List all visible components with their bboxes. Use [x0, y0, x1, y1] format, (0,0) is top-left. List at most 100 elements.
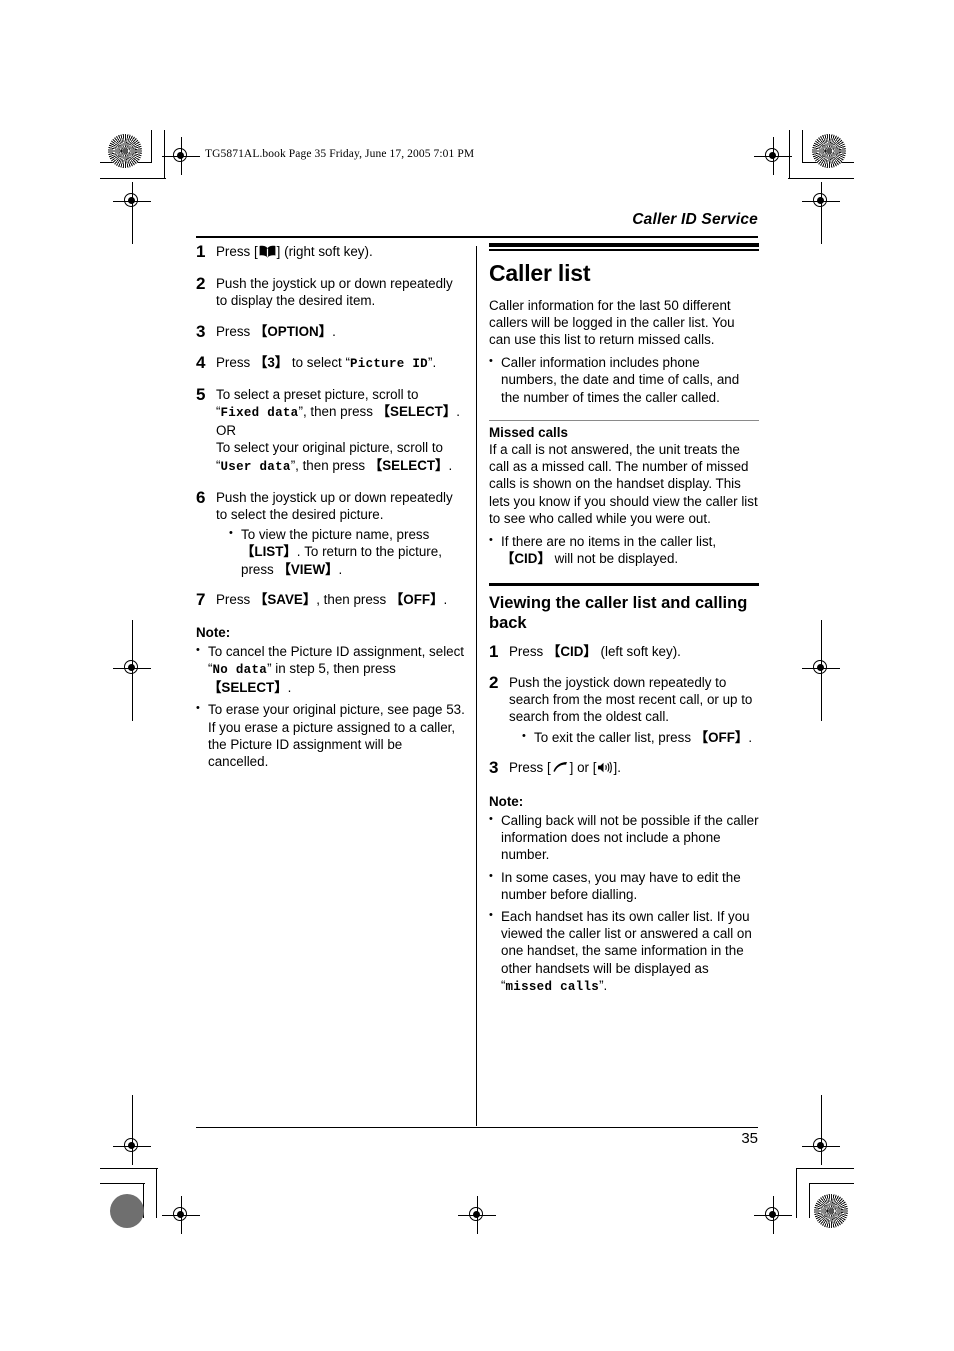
key-label-save: 【SAVE】: [253, 591, 317, 607]
subsection-title-viewing: Viewing the caller list and calling back: [489, 594, 748, 632]
step-text-tail: .: [443, 591, 448, 607]
step-text-pre: Press [: [216, 244, 258, 259]
registration-crosshair: [802, 649, 840, 687]
note-text-tail: ”.: [599, 977, 608, 993]
phonebook-icon: [259, 245, 276, 262]
sub-bullet-lead: To view the picture name, press: [241, 527, 430, 543]
right-column: Caller list Caller information for the l…: [489, 243, 759, 1001]
solid-registration-dot: [110, 1194, 144, 1228]
step-item: 1 Press 【CID】 (left soft key).: [489, 643, 759, 661]
quote-close: ”, then press: [298, 404, 377, 420]
display-text-user-data: User data: [220, 459, 291, 474]
note-text-tail: .: [287, 680, 292, 696]
note-item: To cancel the Picture ID assignment, sel…: [196, 642, 466, 697]
subsection-title-missed-calls: Missed calls: [489, 424, 568, 440]
registration-crosshair: [802, 1127, 840, 1165]
crop-mark-line: [164, 130, 166, 179]
registration-crosshair: [754, 1196, 792, 1234]
key-label-select: 【SELECT】: [376, 404, 457, 420]
crop-mark-line: [789, 130, 791, 179]
column-divider: [476, 246, 478, 1126]
step-item: 3 Press [] or [].: [489, 758, 759, 778]
step-text-main: Push the joystick up or down repeatedly …: [216, 489, 453, 523]
crop-mark-line: [809, 1183, 811, 1218]
note-item: In some cases, you may have to edit the …: [489, 868, 759, 903]
crop-mark-line: [821, 683, 823, 721]
note-list: To cancel the Picture ID assignment, sel…: [196, 642, 466, 770]
missed-calls-paragraph: If a call is not answered, the unit trea…: [489, 441, 758, 526]
step-text-main: Push the joystick down repeatedly to sea…: [509, 675, 753, 725]
step-text: Press [] or [].: [509, 759, 759, 778]
sub-bullet-tail: .: [338, 561, 343, 577]
section-intro-paragraph: Caller information for the last 50 diffe…: [489, 297, 735, 348]
step-number: 2: [196, 274, 206, 294]
page-number: 35: [741, 1130, 758, 1147]
quote-close: ”, then press: [290, 457, 369, 473]
display-text-no-data: No data: [212, 663, 268, 678]
or-separator: OR: [216, 423, 237, 439]
step-item: 7 Press 【SAVE】, then press 【OFF】.: [196, 590, 466, 609]
period: .: [456, 404, 460, 420]
key-label-select: 【SELECT】: [368, 457, 449, 473]
crop-mark-line: [796, 1168, 798, 1218]
crop-mark-line: [802, 130, 804, 163]
step-text-lead: Press: [509, 644, 547, 659]
display-text-missed-calls: missed calls: [505, 979, 600, 994]
bullet-text-lead: If there are no items in the caller list…: [501, 534, 717, 549]
note-list: Calling back will not be possible if the…: [489, 811, 759, 996]
display-text-picture-id: Picture ID: [349, 356, 428, 371]
note-item: To erase your original picture, see page…: [196, 700, 466, 770]
registration-crosshair: [113, 649, 151, 687]
registration-crosshair: [458, 1196, 496, 1234]
step-text-lead: Press [: [509, 759, 551, 775]
step-number: 2: [489, 673, 499, 692]
halftone-registration-dot: [814, 1194, 848, 1228]
step-text-post: ] (right soft key).: [276, 244, 373, 259]
step-number: 3: [196, 321, 206, 341]
sub-bullet-item: To exit the caller list, press 【OFF】.: [522, 728, 759, 746]
crop-mark-line: [100, 1168, 158, 1170]
crop-mark-line: [132, 683, 134, 721]
note-text-mid: ” in step 5, then press: [267, 661, 396, 677]
step-text-mid: to select “: [288, 354, 350, 370]
step-number: 4: [196, 352, 206, 372]
step-line-1: To select a preset picture, scroll to: [216, 386, 419, 402]
display-text-fixed-data: Fixed data: [220, 406, 299, 421]
file-stamp: TG5871AL.book Page 35 Friday, June 17, 2…: [205, 148, 475, 160]
subsection-rule-heavy: [489, 583, 759, 586]
note-item: Each handset has its own caller list. If…: [489, 907, 759, 996]
crop-mark-line: [788, 178, 854, 180]
crop-mark-line: [151, 130, 153, 163]
section-rule-thick: [489, 243, 759, 248]
step-text-lead: Press: [216, 591, 254, 607]
key-label-off: 【OFF】: [694, 729, 749, 745]
key-label-3: 【3】: [253, 354, 289, 370]
crop-mark-line: [100, 178, 166, 180]
crop-mark-line: [132, 196, 134, 244]
key-label-off: 【OFF】: [389, 591, 444, 607]
key-label-view: 【VIEW】: [277, 561, 339, 577]
subsection-rule: [489, 419, 759, 421]
note-item: Calling back will not be possible if the…: [489, 811, 759, 864]
step-sub-bullet-list: To exit the caller list, press 【OFF】.: [509, 728, 759, 746]
crop-mark-line: [796, 1168, 854, 1170]
step-text: Press 【3】 to select “Picture ID”.: [216, 354, 466, 373]
crop-mark-line: [100, 1183, 145, 1185]
step-text: To select a preset picture, scroll to “F…: [216, 386, 466, 476]
step-text: Push the joystick up or down repeatedly …: [216, 276, 453, 309]
crop-mark-line: [809, 1183, 854, 1185]
crop-mark-line: [821, 1095, 823, 1133]
registration-crosshair: [754, 137, 792, 175]
speakerphone-icon: [597, 761, 613, 778]
key-label-option: 【OPTION】: [253, 323, 333, 339]
step-text: Push the joystick down repeatedly to sea…: [509, 674, 759, 746]
crop-mark-line: [156, 1168, 158, 1218]
running-head-title: Caller ID Service: [632, 211, 758, 228]
step-text: Push the joystick up or down repeatedly …: [216, 489, 466, 578]
note-label: Note:: [489, 794, 524, 810]
crop-mark-line: [132, 1095, 134, 1133]
step-text-mid: , then press: [316, 591, 390, 607]
step-item: 2 Push the joystick up or down repeatedl…: [196, 275, 466, 309]
registration-crosshair: [162, 1196, 200, 1234]
step-text-tail: ”.: [427, 354, 437, 370]
